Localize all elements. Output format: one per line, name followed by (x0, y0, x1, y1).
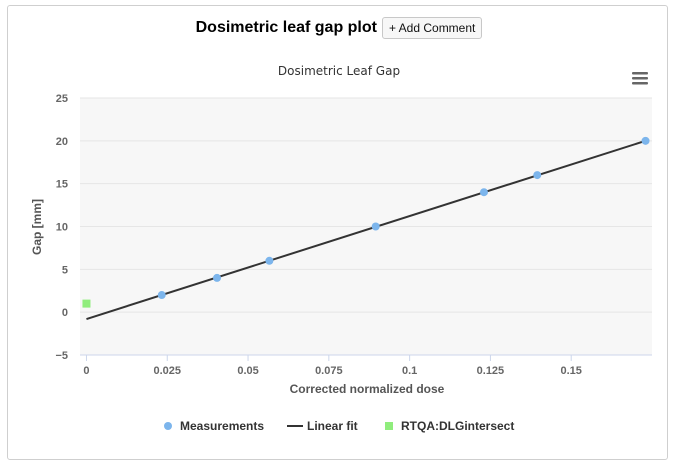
measurement-point[interactable] (641, 136, 650, 145)
y-tick-label: 20 (56, 136, 68, 148)
legend-label: RTQA:DLGintersect (401, 419, 514, 433)
y-tick-label: 5 (62, 264, 68, 276)
page-header: Dosimetric leaf gap plot + Add Comment (0, 17, 678, 39)
y-tick-label: 10 (56, 222, 68, 234)
x-axis-ticks: 0 0.025 0.05 0.075 0.1 0.125 0.15 (83, 355, 582, 377)
y-axis-label: Gap [mm] (30, 199, 44, 255)
measurement-point[interactable] (213, 273, 222, 282)
x-tick-label: 0 (83, 365, 89, 377)
y-tick-label: 0 (62, 307, 68, 319)
x-tick-label: 0.1 (402, 365, 417, 377)
y-axis-ticks: −5 0 5 10 15 20 25 (55, 93, 68, 362)
dlg-intersect-marker[interactable] (82, 299, 91, 308)
y-tick-label: 25 (56, 93, 68, 105)
measurement-point[interactable] (265, 256, 274, 265)
x-tick-label: 0.025 (153, 365, 181, 377)
chart-title: Dosimetric Leaf Gap (278, 64, 400, 78)
measurement-point[interactable] (157, 291, 166, 300)
x-tick-label: 0.05 (237, 365, 258, 377)
chart-legend: Measurements Linear fit RTQA:DLGintersect (164, 419, 514, 433)
legend-item[interactable]: Measurements (164, 419, 264, 433)
measurement-point[interactable] (533, 171, 542, 180)
measurement-point[interactable] (479, 188, 488, 197)
y-tick-label: −5 (55, 350, 68, 362)
add-comment-button[interactable]: + Add Comment (381, 17, 483, 39)
y-tick-label: 15 (56, 179, 68, 191)
legend-item[interactable]: RTQA:DLGintersect (385, 419, 514, 433)
x-tick-label: 0.15 (560, 365, 581, 377)
legend-label: Linear fit (307, 419, 358, 433)
x-tick-label: 0.125 (477, 365, 505, 377)
legend-symbol-measurements (164, 422, 172, 430)
measurement-point[interactable] (371, 222, 380, 231)
hamburger-menu-icon[interactable] (628, 68, 652, 90)
legend-item[interactable]: Linear fit (287, 419, 358, 433)
dosimetric-leaf-gap-chart: 0 0.025 0.05 0.075 0.1 0.125 0.15 −5 0 5 10 15 20 25… (30, 64, 652, 433)
page-title: Dosimetric leaf gap plot (195, 19, 377, 36)
x-axis-label: Corrected normalized dose (290, 382, 445, 396)
legend-label: Measurements (180, 419, 264, 433)
x-tick-label: 0.075 (315, 365, 343, 377)
legend-symbol-intersect (385, 422, 393, 430)
